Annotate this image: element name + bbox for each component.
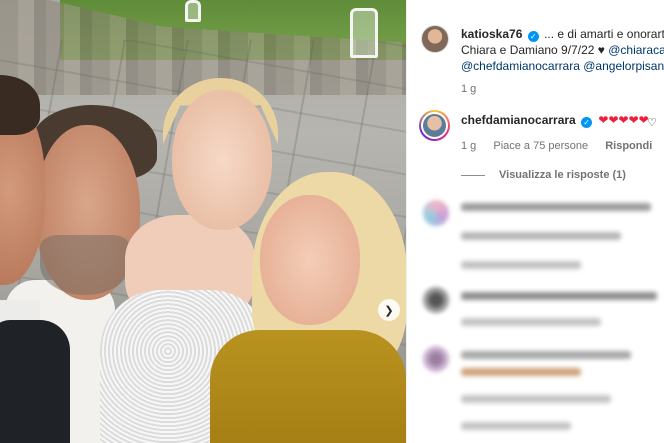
reply-button[interactable]: Rispondi [605, 140, 652, 152]
blurred-comment [461, 351, 631, 359]
groom-suit [0, 320, 70, 443]
view-replies-label: Visualizza le risposte (1) [499, 169, 626, 181]
blurred-comment [461, 422, 571, 430]
post-author[interactable]: katioska76 [461, 27, 522, 41]
comment: chefdamianocarrara ✓ ❤❤❤❤❤ [461, 113, 649, 128]
guest-face [260, 195, 360, 325]
blurred-comment [461, 203, 651, 211]
caption-text: ... e di amarti e onorarti tut [544, 27, 664, 41]
mention-link[interactable]: @chiaracandy [608, 43, 664, 57]
lantern [185, 0, 201, 22]
comment-hearts: ❤❤❤❤❤ [598, 113, 649, 127]
guest-dress [210, 330, 406, 443]
avatar[interactable] [419, 110, 450, 141]
divider [461, 174, 485, 176]
bride-face [172, 90, 272, 230]
post-photo[interactable]: ❯ [0, 0, 406, 443]
mention-link[interactable]: @angelorpisani [583, 59, 664, 73]
comment-author[interactable]: chefdamianocarrara [461, 113, 576, 127]
blurred-comment [461, 232, 621, 240]
caption-text: Chiara e Damiano 9/7/22 ♥ [461, 43, 609, 57]
comments-panel: katioska76 ✓ ... e di amarti e onorarti … [406, 0, 664, 443]
blurred-comment [461, 318, 601, 326]
avatar[interactable] [423, 200, 449, 226]
avatar[interactable] [423, 287, 449, 313]
blurred-comment [461, 292, 657, 300]
heart-outline-icon[interactable]: ♡ [647, 116, 657, 129]
person-beard [40, 235, 130, 295]
avatar[interactable] [421, 25, 449, 53]
comment-timestamp[interactable]: 1 g [461, 140, 476, 152]
verified-icon: ✓ [527, 31, 539, 42]
likes-count[interactable]: Piace a 75 persone [493, 140, 588, 152]
post-caption: katioska76 ✓ ... e di amarti e onorarti … [461, 26, 664, 74]
mention-link[interactable]: @chefdamianocarrara [461, 59, 580, 73]
blurred-comment [461, 368, 581, 376]
avatar[interactable] [423, 346, 449, 372]
comment-actions: 1 g Piace a 75 persone Rispondi [461, 140, 664, 152]
view-replies-button[interactable]: Visualizza le risposte (1) [461, 169, 626, 181]
lantern [350, 8, 378, 58]
chevron-right-icon[interactable]: ❯ [378, 299, 400, 321]
verified-icon: ✓ [581, 117, 593, 128]
post-timestamp[interactable]: 1 g [461, 83, 476, 95]
blurred-comment [461, 395, 611, 403]
blurred-comment [461, 261, 581, 269]
